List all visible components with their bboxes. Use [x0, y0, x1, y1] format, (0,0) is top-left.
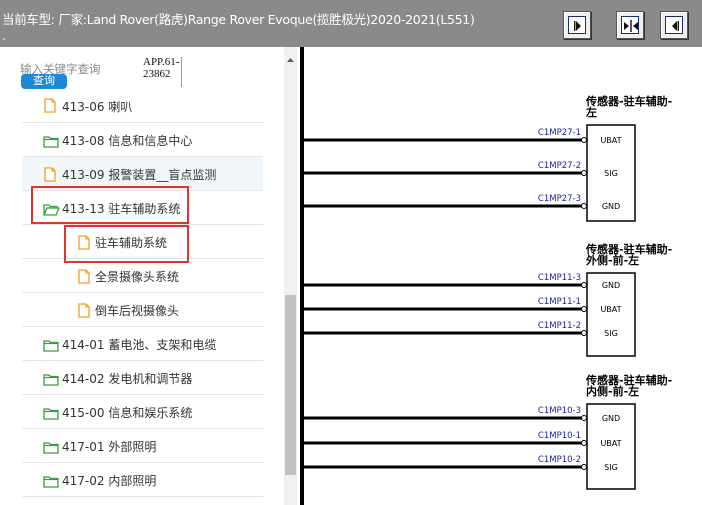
- connector-label: C1MP27-1: [538, 128, 581, 138]
- document-icon: [78, 269, 90, 288]
- folder-open-icon: [43, 201, 60, 220]
- app-code-divider: [181, 57, 182, 87]
- connector-label: C1MP11-2: [538, 321, 581, 331]
- signal-label: SIG: [604, 463, 618, 472]
- connector-label: C1MP10-2: [538, 455, 581, 465]
- scroll-up-icon[interactable]: [284, 50, 297, 62]
- signal-label: GND: [602, 414, 620, 423]
- expand-left-button[interactable]: [660, 11, 688, 39]
- title-tick: -: [2, 34, 6, 45]
- tree-item-414-01[interactable]: 414-01 蓄电池、支架和电缆: [22, 327, 263, 361]
- pin-terminal: [581, 330, 587, 336]
- pin-terminal: [581, 170, 587, 176]
- vehicle-model-title: 当前车型: 厂家:Land Rover(路虎)Range Rover Evoqu…: [2, 12, 475, 27]
- app-window: 当前车型: 厂家:Land Rover(路虎)Range Rover Evoqu…: [0, 0, 702, 505]
- component-title-line2: 内侧-前-左: [586, 384, 639, 398]
- document-icon: [44, 98, 56, 117]
- folder-icon: [43, 405, 59, 424]
- component-title-line2: 左: [585, 105, 597, 119]
- component-title: 传感器-驻车辅助-: [585, 94, 672, 108]
- signal-label: UBAT: [600, 305, 621, 314]
- tree-item-surround-camera[interactable]: 全景摄像头系统: [22, 259, 263, 293]
- signal-label: GND: [602, 281, 620, 290]
- pin-terminal: [581, 137, 587, 143]
- tree-item-parking-assist[interactable]: 驻车辅助系统: [22, 225, 263, 259]
- tree-item-label: 417-02 内部照明: [62, 474, 157, 488]
- tree-item-413-13[interactable]: 413-13 驻车辅助系统: [22, 191, 263, 225]
- tree-item-label: 415-00 信息和娱乐系统: [62, 406, 193, 420]
- top-bar: 当前车型: 厂家:Land Rover(路虎)Range Rover Evoqu…: [0, 0, 702, 47]
- connector-label: C1MP27-3: [538, 194, 581, 204]
- folder-icon: [43, 337, 59, 356]
- tree-item-413-06[interactable]: 413-06 喇叭: [22, 89, 263, 123]
- tree-item-label: 417-01 外部照明: [62, 440, 157, 454]
- split-view-button[interactable]: [616, 11, 644, 39]
- pin-terminal: [581, 440, 587, 446]
- document-icon: [78, 235, 90, 254]
- scrollbar-thumb[interactable]: [285, 295, 296, 475]
- arrow-right-icon: [568, 16, 586, 34]
- signal-label: SIG: [604, 169, 618, 178]
- arrow-left-icon: [665, 16, 683, 34]
- tree-item-413-09[interactable]: 413-09 报警装置__盲点监测: [22, 157, 263, 191]
- folder-icon: [43, 473, 59, 492]
- pin-terminal: [581, 306, 587, 312]
- tree-item-label: 413-09 报警装置__盲点监测: [62, 168, 217, 182]
- folder-icon: [43, 439, 59, 458]
- document-icon: [78, 303, 90, 322]
- search-button[interactable]: 查询: [21, 74, 67, 89]
- connector-label: C1MP11-3: [538, 273, 581, 283]
- tree-item-413-08[interactable]: 413-08 信息和信息中心: [22, 123, 263, 157]
- tree-item-label: 倒车后视摄像头: [95, 304, 180, 318]
- pin-terminal: [581, 415, 587, 421]
- tree-item-417-02[interactable]: 417-02 内部照明: [22, 463, 263, 497]
- tree-scrollbar[interactable]: [284, 47, 297, 505]
- connector-label: C1MP11-1: [538, 297, 581, 307]
- document-icon: [44, 167, 56, 186]
- tree-item-417-01[interactable]: 417-01 外部照明: [22, 429, 263, 463]
- navigation-panel: 查询 APP.61-23862 413-06 喇叭 413-08 信息和信息中心…: [0, 47, 300, 505]
- tree-item-label: 414-02 发电机和调节器: [62, 372, 193, 386]
- pin-terminal: [581, 282, 587, 288]
- folder-icon: [43, 371, 59, 390]
- app-code-label: APP.61-23862: [143, 56, 180, 80]
- signal-label: SIG: [604, 329, 618, 338]
- folder-icon: [43, 133, 59, 152]
- tree-item-label: 全景摄像头系统: [95, 270, 180, 284]
- pin-terminal: [581, 464, 587, 470]
- tree-item-label: 413-06 喇叭: [62, 100, 133, 114]
- connector-label: C1MP27-2: [538, 161, 581, 171]
- component-title-line2: 外侧-前-左: [585, 253, 639, 267]
- connector-label: C1MP10-3: [538, 406, 581, 416]
- tree-item-414-02[interactable]: 414-02 发电机和调节器: [22, 361, 263, 395]
- tree-item-label: 413-08 信息和信息中心: [62, 134, 193, 148]
- tree-item-rear-camera[interactable]: 倒车后视摄像头: [22, 293, 263, 327]
- tree-item-label: 414-01 蓄电池、支架和电缆: [62, 338, 217, 352]
- connector-label: C1MP10-1: [538, 431, 581, 441]
- expand-right-button[interactable]: [563, 11, 591, 39]
- split-arrows-icon: [621, 16, 639, 34]
- signal-label: UBAT: [600, 439, 621, 448]
- tree-item-415-00[interactable]: 415-00 信息和娱乐系统: [22, 395, 263, 429]
- pin-terminal: [581, 203, 587, 209]
- tree-item-label: 驻车辅助系统: [95, 236, 168, 250]
- signal-label: UBAT: [600, 136, 621, 145]
- signal-label: GND: [602, 202, 620, 211]
- tree-item-label: 413-13 驻车辅助系统: [62, 202, 181, 216]
- wiring-diagram: 传感器-驻车辅助- 左 C1MP27-1 UBAT C1MP27-2 SIG C1MP27-…: [304, 47, 702, 505]
